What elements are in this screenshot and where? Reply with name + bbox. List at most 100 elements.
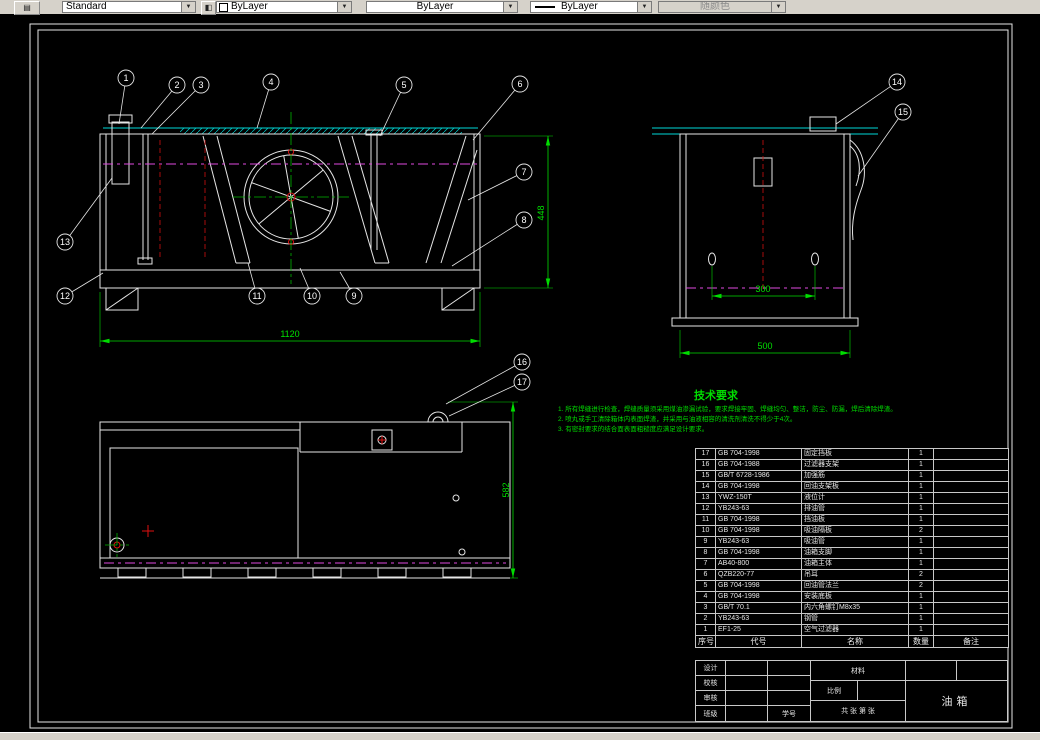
- balloon-4: 4: [268, 77, 273, 87]
- part-no: 7: [695, 558, 716, 570]
- title-block-blank: [726, 691, 768, 706]
- balloon-12: 12: [60, 291, 70, 301]
- part-qty: 2: [908, 569, 934, 581]
- material-label: 材料: [811, 661, 906, 681]
- part-no: 9: [695, 536, 716, 548]
- table-row: 12 YB243-63 排油管 1: [695, 503, 1009, 515]
- part-note: [933, 547, 1009, 559]
- part-qty: 1: [908, 624, 934, 636]
- table-row: 16 GB 704-1988 过滤器支架 1: [695, 459, 1009, 471]
- part-note: [933, 492, 1009, 504]
- dim-text-side-width: 500: [757, 341, 772, 351]
- title-block-blank: [726, 661, 768, 676]
- sheet-count-label: 共 张 第 张: [811, 701, 906, 721]
- color-combo-value: ByLayer: [231, 2, 268, 12]
- title-block-label: 审核: [696, 691, 726, 706]
- part-name: 吸油隔板: [801, 525, 909, 537]
- part-note: [933, 503, 1009, 515]
- style-combo-value: Standard: [66, 2, 107, 12]
- part-no: 2: [695, 613, 716, 625]
- part-name: 钢管: [801, 613, 909, 625]
- part-no: 12: [695, 503, 716, 515]
- part-code: EF1-25: [715, 624, 802, 636]
- part-qty: 1: [908, 448, 934, 460]
- part-qty: 1: [908, 514, 934, 526]
- part-note: [933, 448, 1009, 460]
- part-note: [933, 481, 1009, 493]
- title-block-label: 设计: [696, 661, 726, 676]
- drawing-title: 油箱: [941, 696, 972, 708]
- part-qty: 2: [908, 525, 934, 537]
- parts-table: 17 GB 704-1998 固定挡板 1 16 GB 704-1988 过滤器…: [695, 448, 1009, 648]
- balloon-1: 1: [123, 73, 128, 83]
- part-note: [933, 558, 1009, 570]
- balloon-3: 3: [198, 80, 203, 90]
- dim-text-side-span: 300: [755, 284, 770, 294]
- part-code: YB243-63: [715, 536, 802, 548]
- status-strip: [0, 732, 1040, 740]
- chevron-down-icon[interactable]: ▼: [337, 2, 351, 12]
- header-name: 名称: [801, 635, 909, 648]
- tech-line-1: 1. 所有焊缝进行检查，焊缝质量须采用煤油渗漏试验，要求焊接牢固、焊缝均匀、整洁…: [558, 404, 897, 413]
- part-no: 5: [695, 580, 716, 592]
- part-name: 液位计: [801, 492, 909, 504]
- table-row: 4 GB 704-1998 安装底板 1: [695, 591, 1009, 603]
- part-no: 4: [695, 591, 716, 603]
- tech-line-3: 3. 有密封要求的结合面表面粗糙度应满足设计要求。: [558, 424, 708, 433]
- lineweight-combo[interactable]: ByLayer ▼: [530, 1, 652, 13]
- part-name: 排油管: [801, 503, 909, 515]
- title-block-label: 校核: [696, 676, 726, 691]
- part-no: 8: [695, 547, 716, 559]
- part-code: YWZ-150T: [715, 492, 802, 504]
- dim-text-front-width: 1120: [280, 329, 299, 339]
- lineweight-combo-value: ByLayer: [561, 2, 598, 12]
- part-name: 过滤器支架: [801, 459, 909, 471]
- balloon-7: 7: [521, 167, 526, 177]
- plotstyle-combo[interactable]: 随颜色 ▼: [658, 1, 786, 13]
- part-name: 固定挡板: [801, 448, 909, 460]
- part-qty: 1: [908, 481, 934, 493]
- dim-text-plan-height: 582: [501, 482, 511, 497]
- chevron-down-icon[interactable]: ▼: [637, 2, 651, 12]
- part-name: 油箱支脚: [801, 547, 909, 559]
- table-row: 1 EF1-25 空气过滤器 1: [695, 624, 1009, 636]
- chevron-down-icon[interactable]: ▼: [181, 2, 195, 12]
- part-qty: 1: [908, 591, 934, 603]
- linetype-combo[interactable]: ByLayer ▼: [366, 1, 518, 13]
- title-block-blank: [726, 706, 768, 721]
- table-row: 17 GB 704-1998 固定挡板 1: [695, 448, 1009, 460]
- title-block-blank: [768, 691, 811, 706]
- part-code: GB/T 70.1: [715, 602, 802, 614]
- style-combo[interactable]: Standard ▼: [62, 1, 196, 13]
- table-row: 3 GB/T 70.1 内六角螺钉M8x35 1: [695, 602, 1009, 614]
- table-row: 8 GB 704-1998 油箱支脚 1: [695, 547, 1009, 559]
- part-code: GB 704-1998: [715, 481, 802, 493]
- title-block-blank: [768, 661, 811, 676]
- lineweight-sample-icon: [535, 6, 555, 8]
- part-note: [933, 602, 1009, 614]
- table-row: 6 QZB220-77 吊耳 2: [695, 569, 1009, 581]
- layers-icon[interactable]: ◧: [201, 1, 216, 15]
- header-note: 备注: [933, 635, 1009, 648]
- part-qty: 1: [908, 558, 934, 570]
- part-code: YB243-63: [715, 613, 802, 625]
- title-block: 设计 校核 审核 班级 学号 材料 比例 共 张 第 张 油箱: [695, 660, 1008, 722]
- part-name: 内六角螺钉M8x35: [801, 602, 909, 614]
- chevron-down-icon[interactable]: ▼: [503, 2, 517, 12]
- part-name: 加强筋: [801, 470, 909, 482]
- student-id-label: 学号: [768, 706, 811, 721]
- header-qty: 数量: [908, 635, 934, 648]
- toolbar-button[interactable]: ▤: [14, 1, 40, 15]
- table-row: 2 YB243-63 钢管 1: [695, 613, 1009, 625]
- part-note: [933, 459, 1009, 471]
- part-note: [933, 569, 1009, 581]
- chevron-down-icon[interactable]: ▼: [771, 2, 785, 12]
- balloon-17: 17: [517, 377, 527, 387]
- part-no: 3: [695, 602, 716, 614]
- color-combo[interactable]: ByLayer ▼: [216, 1, 352, 13]
- part-code: GB 704-1998: [715, 547, 802, 559]
- title-block-blank: [858, 681, 906, 701]
- balloon-16: 16: [517, 357, 527, 367]
- title-block-blank: [768, 676, 811, 691]
- part-no: 6: [695, 569, 716, 581]
